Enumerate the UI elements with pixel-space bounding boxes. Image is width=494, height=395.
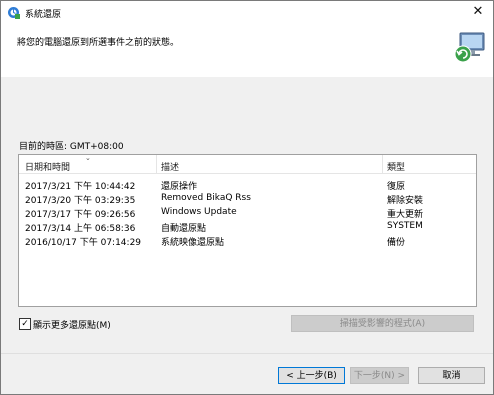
cell-description: 自動還原點 — [161, 224, 207, 234]
scan-affected-programs-button[interactable]: 掃描受影響的程式(A) — [291, 315, 474, 332]
sort-down-icon: ⌄ — [85, 154, 91, 162]
current-timezone-label: 目前的時區: GMT+08:00 — [19, 142, 124, 152]
instruction-text: 將您的電腦還原到所選事件之前的狀態。 — [17, 38, 180, 48]
back-button[interactable]: < 上一步(B) — [278, 367, 345, 384]
close-button[interactable]: ✕ — [463, 1, 493, 25]
cell-date-time: 2017/3/14 上午 06:58:36 — [25, 224, 136, 234]
cell-description: 系統映像還原點 — [161, 238, 225, 248]
column-description[interactable]: 描述 — [161, 160, 179, 173]
close-icon: ✕ — [472, 4, 484, 19]
table-row[interactable]: 2017/3/21 下午 10:44:42 還原操作 復原 — [19, 178, 476, 192]
system-restore-icon — [8, 7, 20, 19]
title-bar: 系統還原 ✕ — [1, 1, 493, 25]
cell-date-time: 2016/10/17 下午 07:14:29 — [25, 238, 142, 248]
cancel-button[interactable]: 取消 — [418, 367, 485, 384]
header-panel: 將您的電腦還原到所選事件之前的狀態。 — [1, 25, 493, 77]
cell-description: Removed BikaQ Rss — [161, 193, 251, 203]
footer-divider — [1, 353, 493, 354]
system-restore-window: 系統還原 ✕ 將您的電腦還原到所選事件之前的狀態。 目前的時區: GMT+08:… — [0, 0, 494, 395]
column-divider[interactable] — [156, 155, 157, 173]
window-title: 系統還原 — [25, 10, 62, 20]
table-row[interactable]: 2017/3/14 上午 06:58:36 自動還原點 SYSTEM — [19, 220, 476, 234]
cell-date-time: 2017/3/20 下午 03:29:35 — [25, 196, 136, 206]
cell-date-time: 2017/3/17 下午 09:26:56 — [25, 210, 136, 220]
computer-restore-icon — [454, 32, 485, 63]
table-row[interactable]: 2017/3/20 下午 03:29:35 Removed BikaQ Rss … — [19, 192, 476, 206]
column-date-time[interactable]: 日期和時間 — [25, 160, 70, 173]
restore-point-list[interactable]: 日期和時間 ⌄ 描述 類型 2017/3/21 下午 10:44:42 還原操作… — [18, 154, 477, 307]
table-row[interactable]: 2017/3/17 下午 09:26:56 Windows Update 重大更… — [19, 206, 476, 220]
cell-type: 備份 — [387, 238, 406, 248]
cell-description: 還原操作 — [161, 182, 198, 192]
table-row[interactable]: 2016/10/17 下午 07:14:29 系統映像還原點 備份 — [19, 234, 476, 248]
cell-type: 重大更新 — [387, 210, 424, 220]
list-header: 日期和時間 ⌄ 描述 類型 — [19, 155, 476, 174]
cell-date-time: 2017/3/21 下午 10:44:42 — [25, 182, 136, 192]
cell-description: Windows Update — [161, 207, 237, 217]
column-divider[interactable] — [382, 155, 383, 173]
next-button[interactable]: 下一步(N) > — [350, 367, 409, 384]
column-type[interactable]: 類型 — [387, 160, 405, 173]
cell-type: 復原 — [387, 182, 406, 192]
show-more-checkbox[interactable]: ✓ — [19, 318, 31, 330]
cell-type: SYSTEM — [387, 221, 423, 231]
cell-type: 解除安裝 — [387, 196, 424, 206]
show-more-label[interactable]: 顯示更多還原點(M) — [33, 318, 111, 331]
